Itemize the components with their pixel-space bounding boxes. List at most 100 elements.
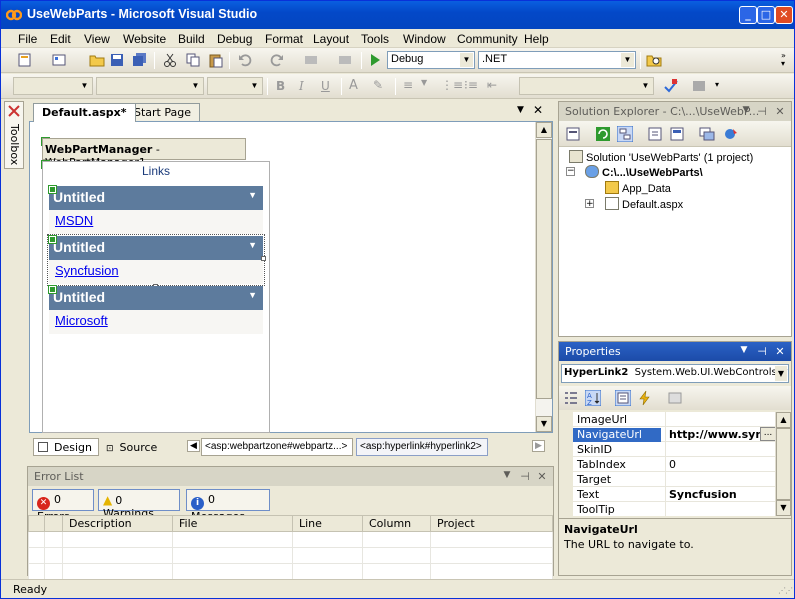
- new-project-icon[interactable]: [17, 52, 33, 68]
- navigate-forward-icon[interactable]: [337, 52, 353, 68]
- errors-filter-button[interactable]: ✕0 Errors: [32, 489, 94, 523]
- webpart-title-bar[interactable]: Untitled ▼: [49, 186, 263, 210]
- menu-layout[interactable]: Layout: [310, 31, 352, 47]
- column-header-file[interactable]: File: [172, 515, 293, 532]
- design-vertical-scrollbar[interactable]: ▲ ▼: [535, 122, 552, 432]
- close-document-icon[interactable]: ✕: [533, 103, 543, 117]
- close-icon[interactable]: ✕: [773, 105, 787, 118]
- property-pages-icon[interactable]: [667, 390, 683, 406]
- window-position-icon[interactable]: ▼: [737, 345, 751, 355]
- menu-community[interactable]: Community: [454, 31, 521, 47]
- column-header-line[interactable]: Line: [292, 515, 363, 532]
- highlight-icon[interactable]: ✎: [373, 78, 383, 92]
- scroll-thumb[interactable]: [536, 139, 552, 399]
- syncfusion-link[interactable]: Syncfusion: [55, 263, 119, 278]
- bulleted-list-icon[interactable]: ⁝≡: [464, 78, 478, 92]
- property-row-navigateurl[interactable]: NavigateUrl http://www.syncf...: [573, 427, 777, 442]
- column-header-type[interactable]: [44, 515, 63, 532]
- resize-handle[interactable]: [261, 256, 266, 261]
- webpart-msdn[interactable]: Untitled ▼ MSDN: [48, 185, 263, 234]
- menu-edit[interactable]: Edit: [47, 31, 74, 47]
- start-debugging-icon[interactable]: [367, 52, 383, 68]
- justify-icon[interactable]: ≡: [403, 78, 413, 92]
- properties-view-icon[interactable]: [615, 390, 631, 406]
- menu-tools[interactable]: Tools: [358, 31, 392, 47]
- title-bar[interactable]: UseWebParts - Microsoft Visual Studio _ …: [1, 1, 794, 29]
- property-row-skinid[interactable]: SkinID: [573, 442, 777, 457]
- copy-icon[interactable]: [185, 52, 201, 68]
- pin-icon[interactable]: ⊣: [518, 470, 532, 483]
- tree-item-app-data[interactable]: App_Data: [605, 181, 671, 195]
- paste-icon[interactable]: [208, 52, 224, 68]
- property-row-target[interactable]: Target: [573, 472, 777, 487]
- scroll-thumb[interactable]: [776, 428, 791, 500]
- object-selector-combo[interactable]: HyperLink2 System.Web.UI.WebControls.Hy …: [561, 364, 789, 383]
- italic-icon[interactable]: I: [299, 79, 304, 93]
- categorized-icon[interactable]: [563, 390, 579, 406]
- font-name-combo[interactable]: ▼: [96, 77, 204, 95]
- underline-icon[interactable]: U: [321, 79, 330, 93]
- properties-header[interactable]: Properties ▼ ⊣ ✕: [559, 342, 791, 361]
- pin-icon[interactable]: ⊣: [755, 105, 769, 118]
- webpart-title-bar[interactable]: Untitled ▼: [49, 236, 263, 260]
- style-combo[interactable]: ▼: [519, 77, 654, 95]
- menu-file[interactable]: File: [15, 31, 40, 47]
- view-code-icon[interactable]: [647, 126, 663, 142]
- close-icon[interactable]: ✕: [773, 345, 787, 358]
- toolbar-overflow-icon[interactable]: » ▾: [781, 52, 786, 68]
- find-in-files-icon[interactable]: [646, 52, 662, 68]
- block-format-combo[interactable]: ▼: [13, 77, 93, 95]
- tab-default-aspx[interactable]: Default.aspx*: [33, 103, 136, 122]
- copy-website-icon[interactable]: [699, 126, 715, 142]
- spell-check-icon[interactable]: [663, 78, 679, 94]
- property-row-text[interactable]: Text Syncfusion: [573, 487, 777, 502]
- tree-item-project[interactable]: C:\...\UseWebParts\: [585, 165, 703, 179]
- msdn-link[interactable]: MSDN: [55, 213, 93, 228]
- menu-website[interactable]: Website: [120, 31, 169, 47]
- asp-net-configuration-icon[interactable]: [723, 126, 739, 142]
- close-icon[interactable]: ✕: [535, 470, 549, 483]
- open-file-icon[interactable]: [89, 52, 105, 68]
- window-position-icon[interactable]: ▼: [500, 470, 514, 480]
- property-row-tooltip[interactable]: ToolTip: [573, 502, 777, 516]
- window-position-icon[interactable]: ▼: [739, 105, 753, 115]
- toolbar-overflow-icon[interactable]: ▾: [715, 80, 719, 89]
- breadcrumb-right-icon[interactable]: ▶: [532, 440, 545, 452]
- ellipsis-button[interactable]: ...: [760, 427, 776, 441]
- tree-item-solution[interactable]: Solution 'UseWebParts' (1 project): [569, 150, 753, 164]
- font-size-combo[interactable]: ▼: [207, 77, 263, 95]
- chevron-down-icon[interactable]: ▼: [775, 366, 787, 381]
- redo-icon[interactable]: [269, 52, 285, 68]
- chevron-down-icon[interactable]: ▼: [248, 190, 257, 200]
- maximize-button[interactable]: □: [757, 6, 775, 24]
- navigate-backward-icon[interactable]: [303, 52, 319, 68]
- events-icon[interactable]: [637, 390, 653, 406]
- menu-help[interactable]: Help: [521, 31, 552, 47]
- warnings-filter-button[interactable]: ▲ 0 Warnings: [98, 489, 180, 520]
- size-grip-icon[interactable]: ⋰⋰: [778, 586, 793, 595]
- menu-window[interactable]: Window: [400, 31, 449, 47]
- breadcrumb-left-icon[interactable]: ◀: [187, 440, 200, 452]
- column-header-column[interactable]: Column: [362, 515, 431, 532]
- refresh-icon[interactable]: [595, 126, 611, 142]
- collapse-icon[interactable]: −: [566, 167, 575, 176]
- properties-icon[interactable]: [565, 126, 581, 142]
- tab-start-page[interactable]: Start Page: [125, 103, 200, 121]
- column-header-index[interactable]: [28, 515, 45, 532]
- solution-explorer-header[interactable]: Solution Explorer - C:\...\UseWebP... ▼ …: [559, 102, 791, 121]
- chevron-down-icon[interactable]: ▼: [248, 240, 257, 250]
- outdent-icon[interactable]: ⇤: [487, 78, 497, 92]
- save-all-icon[interactable]: [132, 52, 148, 68]
- property-row-tabindex[interactable]: TabIndex 0: [573, 457, 777, 472]
- microsoft-link[interactable]: Microsoft: [55, 313, 108, 328]
- scroll-up-icon[interactable]: ▲: [536, 122, 552, 138]
- webpart-syncfusion[interactable]: Untitled ▼ Syncfusion: [47, 234, 266, 289]
- webpart-title-bar[interactable]: Untitled ▼: [49, 286, 263, 310]
- font-color-icon[interactable]: A: [349, 78, 358, 93]
- webpart-microsoft[interactable]: Untitled ▼ Microsoft: [48, 285, 263, 334]
- breadcrumb-hyperlink[interactable]: <asp:hyperlink#hyperlink2>: [356, 438, 488, 456]
- design-surface[interactable]: WebPartManager - WebPartManager1 Links U…: [29, 121, 553, 433]
- close-button[interactable]: ✕: [775, 6, 793, 24]
- chevron-down-icon[interactable]: ▼: [248, 290, 257, 300]
- source-view-button[interactable]: ⊡ Source: [101, 438, 167, 456]
